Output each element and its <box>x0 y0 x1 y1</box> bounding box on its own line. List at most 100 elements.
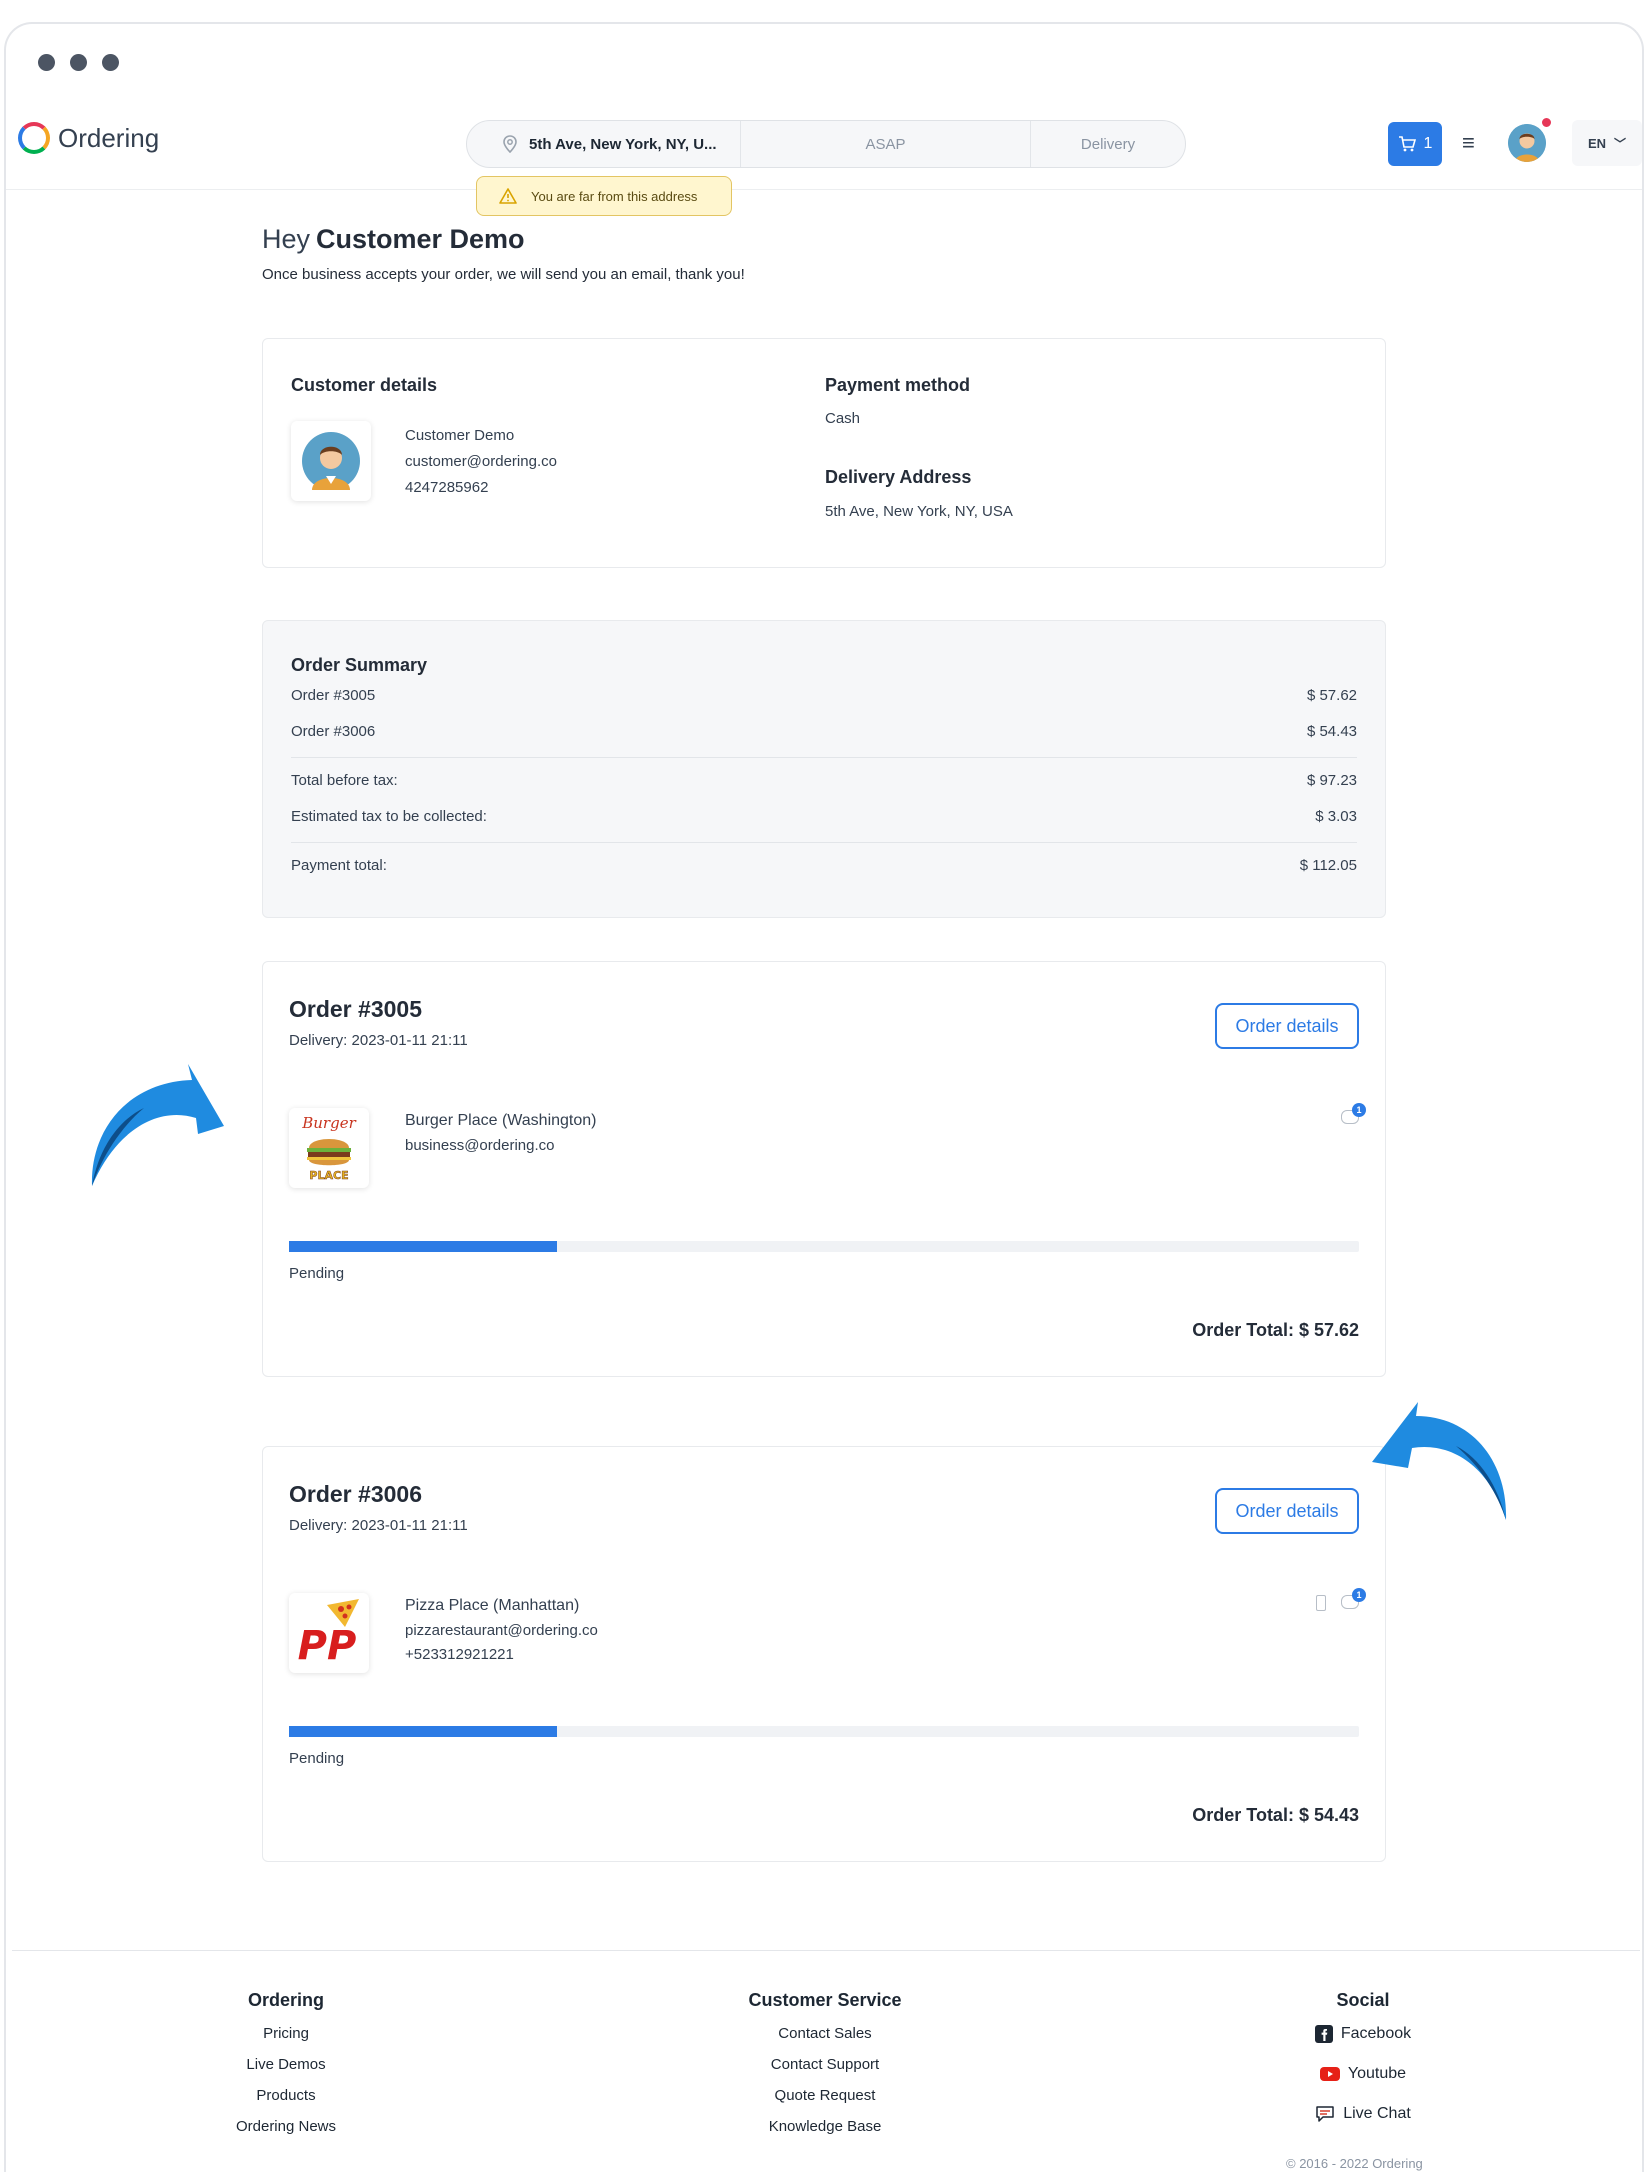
greeting-name: Customer Demo <box>316 224 525 254</box>
user-avatar-illustration <box>1508 124 1546 162</box>
order-total: Order Total: $ 54.43 <box>1192 1805 1359 1825</box>
footer-link-contact-sales[interactable]: Contact Sales <box>725 2025 925 2042</box>
business-phone: +523312921221 <box>405 1646 514 1663</box>
header: Ordering 5th Ave, New York, NY, U... ASA… <box>6 100 1642 190</box>
before-tax-amount: $ 97.23 <box>1306 772 1357 789</box>
order-progress-bar <box>289 1726 1359 1737</box>
order-details-button[interactable]: Order details <box>1215 1488 1359 1534</box>
window-dot-close[interactable] <box>38 54 55 71</box>
order-status: Pending <box>289 1750 345 1767</box>
order-progress-fill <box>289 1241 557 1252</box>
customer-details-title: Customer details <box>291 375 438 395</box>
summary-row-tax: Estimated tax to be collected: $ 3.03 <box>291 808 1357 825</box>
business-logo: Burger PLACE <box>289 1108 369 1188</box>
summary-row-before-tax: Total before tax: $ 97.23 <box>291 772 1357 789</box>
business-email: pizzarestaurant@ordering.co <box>405 1622 598 1639</box>
footer-heading: Customer Service <box>748 1990 902 2010</box>
delivery-address-title: Delivery Address <box>825 467 972 487</box>
footer-link-live-demos[interactable]: Live Demos <box>196 2056 376 2073</box>
order-type-selector[interactable]: Delivery <box>1031 121 1185 167</box>
cart-icon <box>1398 136 1416 152</box>
copyright-text: © 2016 - 2022 Ordering <box>1286 2156 1423 2171</box>
footer-column-ordering: Ordering Pricing Live Demos Products Ord… <box>196 1990 376 2149</box>
order-status: Pending <box>289 1265 345 1282</box>
payment-method-value: Cash <box>825 410 861 427</box>
address-selector[interactable]: 5th Ave, New York, NY, U... <box>467 121 741 167</box>
youtube-label: Youtube <box>1347 2065 1407 2082</box>
burger-logo-top-text: Burger <box>301 1114 356 1132</box>
greeting-hey: Hey <box>262 224 311 254</box>
hamburger-menu-icon[interactable]: ≡ <box>1462 130 1475 156</box>
order-card: Order #3006 Delivery: 2023-01-11 21:11 O… <box>262 1446 1386 1862</box>
business-name: Burger Place (Washington) <box>405 1112 597 1129</box>
footer-column-social: Social Facebook Youtube Live Chat <box>1290 1990 1436 2145</box>
warning-icon <box>499 188 517 204</box>
pizza-logo-text: PP <box>298 1623 357 1669</box>
payment-total-amount: $ 112.05 <box>1299 857 1357 874</box>
footer-link-knowledge-base[interactable]: Knowledge Base <box>725 2118 925 2135</box>
before-tax-label: Total before tax: <box>291 772 398 789</box>
cart-button[interactable]: 1 <box>1388 122 1442 166</box>
chat-unread-badge: 1 <box>1352 1103 1366 1117</box>
customer-phone: 4247285962 <box>405 479 489 496</box>
address-warning-tooltip: You are far from this address <box>476 176 732 216</box>
phone-icon[interactable] <box>1316 1595 1326 1611</box>
language-label: EN <box>1587 135 1607 151</box>
window-dot-minimize[interactable] <box>70 54 87 71</box>
order-title: Order #3006 <box>289 1481 422 1507</box>
footer-link-facebook[interactable]: Facebook <box>1290 2025 1436 2043</box>
order-delivery-time: Delivery: 2023-01-11 21:11 <box>289 1517 468 1534</box>
customer-name: Customer Demo <box>405 427 515 444</box>
summary-divider <box>291 842 1357 843</box>
business-name: Pizza Place (Manhattan) <box>405 1597 580 1614</box>
customer-email: customer@ordering.co <box>405 453 557 470</box>
footer-column-customer-service: Customer Service Contact Sales Contact S… <box>725 1990 925 2149</box>
tax-label: Estimated tax to be collected: <box>291 808 487 825</box>
summary-divider <box>291 757 1357 758</box>
logo-ring-icon <box>18 122 50 154</box>
payment-total-label: Payment total: <box>291 857 387 874</box>
window-controls <box>38 54 119 71</box>
footer-link-products[interactable]: Products <box>196 2087 376 2104</box>
greeting-title: Hey Customer Demo <box>262 224 525 255</box>
footer-link-live-chat[interactable]: Live Chat <box>1290 2105 1436 2123</box>
curved-arrow-icon <box>91 1064 225 1186</box>
greeting-message: Once business accepts your order, we wil… <box>262 266 745 283</box>
footer-link-quote-request[interactable]: Quote Request <box>725 2087 925 2104</box>
business-logo: PP <box>289 1593 369 1673</box>
footer-link-pricing[interactable]: Pricing <box>196 2025 376 2042</box>
youtube-icon <box>1319 2067 1340 2081</box>
tax-amount: $ 3.03 <box>1315 808 1357 825</box>
address-text: 5th Ave, New York, NY, U... <box>529 135 717 153</box>
summary-row-order-2: Order #3006 $ 54.43 <box>291 723 1357 740</box>
warning-text: You are far from this address <box>531 188 698 204</box>
order-summary-title: Order Summary <box>291 655 428 675</box>
business-email: business@ordering.co <box>405 1137 555 1154</box>
facebook-icon <box>1314 2025 1333 2043</box>
order-context-bar: 5th Ave, New York, NY, U... ASAP Deliver… <box>466 120 1186 168</box>
payment-method-title: Payment method <box>825 375 971 395</box>
summary-order-1-amount: $ 57.62 <box>1306 687 1357 704</box>
order-details-button[interactable]: Order details <box>1215 1003 1359 1049</box>
chevron-down-icon: ﹀ <box>1614 136 1627 151</box>
live-chat-icon <box>1316 2106 1334 2122</box>
cart-count: 1 <box>1423 135 1433 152</box>
footer-heading: Social <box>1336 1990 1390 2010</box>
logo[interactable]: Ordering <box>18 122 159 154</box>
customer-avatar-illustration <box>302 432 360 490</box>
window-dot-maximize[interactable] <box>102 54 119 71</box>
live-chat-label: Live Chat <box>1343 2105 1411 2122</box>
logo-text: Ordering <box>58 122 160 153</box>
language-selector[interactable]: EN ﹀ <box>1572 120 1642 166</box>
burger-logo-bottom-text: PLACE <box>309 1169 348 1182</box>
order-delivery-time: Delivery: 2023-01-11 21:11 <box>289 1032 468 1049</box>
time-selector[interactable]: ASAP <box>741 121 1031 167</box>
footer-link-contact-support[interactable]: Contact Support <box>725 2056 925 2073</box>
summary-order-2-amount: $ 54.43 <box>1306 723 1357 740</box>
summary-order-1-label: Order #3005 <box>291 687 376 704</box>
user-avatar[interactable] <box>1508 124 1546 162</box>
footer-link-ordering-news[interactable]: Ordering News <box>196 2118 376 2135</box>
footer-link-youtube[interactable]: Youtube <box>1290 2065 1436 2083</box>
pizza-logo-image: PP <box>298 1599 359 1669</box>
order-progress-fill <box>289 1726 557 1737</box>
